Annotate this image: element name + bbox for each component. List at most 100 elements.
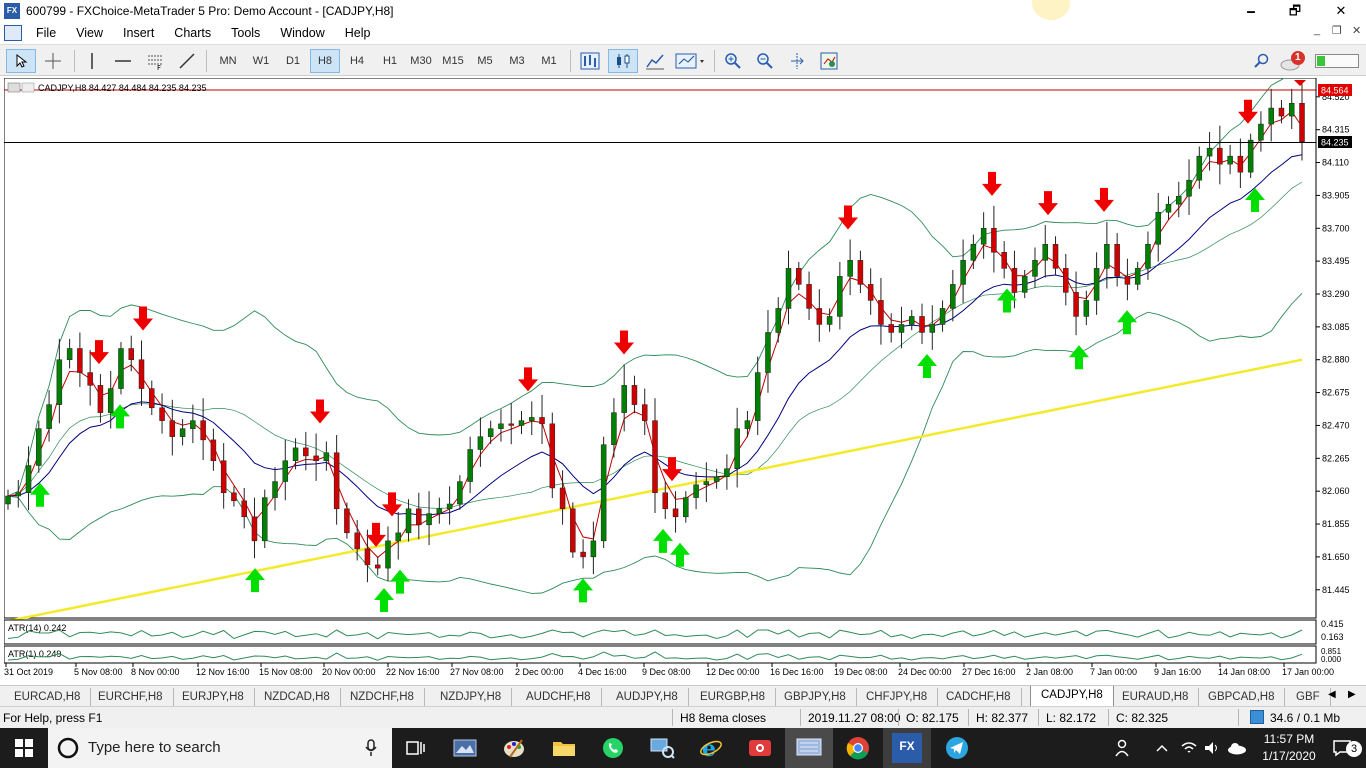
- timeframe-m30[interactable]: M30: [406, 49, 436, 73]
- tabs-scroll-left-icon[interactable]: ◀: [1328, 689, 1336, 700]
- symbol-tab-cadjpy-h8[interactable]: CADJPY,H8: [1030, 686, 1114, 707]
- status-high: H: 82.377: [976, 711, 1029, 725]
- atr14-tick-high: 0.415: [1321, 619, 1344, 629]
- photos-app-icon[interactable]: [441, 728, 489, 768]
- chart-symbol-label: CADJPY,H8 84.427 84.484 84.235 84.235: [38, 83, 206, 93]
- taskbar-clock[interactable]: 11:57 PM 1/17/2020: [1254, 731, 1324, 765]
- cortana-circle-icon: [57, 737, 79, 759]
- onedrive-icon[interactable]: [1224, 728, 1250, 768]
- fibonacci-tool-icon[interactable]: F: [142, 49, 168, 73]
- candlestick-chart-icon[interactable]: [608, 49, 638, 73]
- wifi-icon[interactable]: [1176, 728, 1202, 768]
- menu-charts[interactable]: Charts: [164, 26, 221, 40]
- notifications-icon[interactable]: 1: [1278, 49, 1308, 73]
- timeframe-d1[interactable]: D1: [278, 49, 308, 73]
- timeframe-mn[interactable]: MN: [213, 49, 243, 73]
- symbol-tab-eurchf-h8[interactable]: EURCHF,H8: [88, 688, 174, 706]
- symbol-tab-nzdjpy-h8[interactable]: NZDJPY,H8: [430, 688, 513, 706]
- symbol-tab-eurjpy-h8[interactable]: EURJPY,H8: [172, 688, 255, 706]
- symbol-tab-euraud-h8[interactable]: EURAUD,H8: [1112, 688, 1200, 706]
- tabs-scroll-right-icon[interactable]: ▶: [1348, 689, 1356, 700]
- fxchoice-mt5-icon[interactable]: FX: [883, 728, 931, 768]
- horizontal-line-tool-icon[interactable]: [110, 49, 136, 73]
- whatsapp-icon[interactable]: [589, 728, 637, 768]
- timeframe-w1[interactable]: W1: [246, 49, 276, 73]
- cursor-tool[interactable]: [6, 49, 36, 73]
- separator: [206, 50, 207, 72]
- menu-window[interactable]: Window: [270, 26, 334, 40]
- menu-tools[interactable]: Tools: [221, 26, 270, 40]
- bearish-candle: [867, 284, 874, 301]
- chart-area[interactable]: CADJPY,H8 84.427 84.484 84.235 84.235 84…: [3, 48, 1366, 685]
- task-view-icon[interactable]: [392, 728, 440, 768]
- symbol-tab-gbpcad-h8[interactable]: GBPCAD,H8: [1198, 688, 1286, 706]
- menu-file[interactable]: File: [26, 26, 66, 40]
- internet-explorer-icon[interactable]: e: [687, 728, 735, 768]
- timeframe-m5[interactable]: M5: [470, 49, 500, 73]
- bullish-candle: [703, 481, 710, 486]
- timeframe-h4[interactable]: H4: [342, 49, 372, 73]
- menu-help[interactable]: Help: [335, 26, 381, 40]
- zoom-in-icon[interactable]: [720, 49, 746, 73]
- symbol-tab-gbpjpy-h8[interactable]: GBPJPY,H8: [774, 688, 857, 706]
- symbol-tab-nzdchf-h8[interactable]: NZDCHF,H8: [340, 688, 425, 706]
- bar-chart-icon[interactable]: [576, 49, 604, 73]
- auto-scroll-icon[interactable]: [816, 49, 842, 73]
- people-icon[interactable]: [1106, 728, 1142, 768]
- volume-icon[interactable]: [1200, 728, 1224, 768]
- timeframe-h1[interactable]: H1: [375, 49, 405, 73]
- restore-button[interactable]: 🗗: [1272, 0, 1318, 22]
- bearish-candle: [796, 268, 802, 285]
- symbol-tab-eurcad-h8[interactable]: EURCAD,H8: [4, 688, 92, 706]
- file-explorer-icon[interactable]: [540, 728, 588, 768]
- price-chart[interactable]: CADJPY,H8 84.427 84.484 84.235 84.235 84…: [3, 48, 1366, 685]
- mdi-minimize-button[interactable]: _: [1314, 24, 1320, 36]
- crosshair-tool-icon[interactable]: [38, 49, 68, 73]
- timeframe-h8[interactable]: H8: [310, 49, 340, 73]
- trendline-tool-icon[interactable]: [174, 49, 200, 73]
- show-hidden-icons-icon[interactable]: [1148, 728, 1176, 768]
- connection-icon[interactable]: [1250, 710, 1264, 724]
- timeframe-m1[interactable]: M1: [534, 49, 564, 73]
- close-button[interactable]: ✕: [1318, 0, 1364, 22]
- windows-start-icon[interactable]: [0, 728, 48, 768]
- separator: [968, 709, 969, 726]
- timeframe-m15[interactable]: M15: [438, 49, 468, 73]
- action-center-icon[interactable]: 3: [1322, 728, 1362, 768]
- menu-insert[interactable]: Insert: [113, 26, 164, 40]
- minimize-button[interactable]: 🗕: [1228, 0, 1274, 22]
- mdi-restore-button[interactable]: ❐: [1332, 24, 1342, 37]
- line-chart-icon[interactable]: [641, 49, 669, 73]
- symbol-tab-eurgbp-h8[interactable]: EURGBP,H8: [690, 688, 776, 706]
- price-tick-label: 81.445: [1322, 585, 1350, 595]
- zoom-out-icon[interactable]: [752, 49, 778, 73]
- screen-recorder-icon[interactable]: [736, 728, 784, 768]
- chart-shift-icon[interactable]: [784, 49, 810, 73]
- symbol-tab-audchf-h8[interactable]: AUDCHF,H8: [516, 688, 602, 706]
- window-title: 600799 - FXChoice-MetaTrader 5 Pro: Demo…: [26, 4, 394, 18]
- symbol-tab-nzdcad-h8[interactable]: NZDCAD,H8: [254, 688, 341, 706]
- symbol-tab-chfjpy-h8[interactable]: CHFJPY,H8: [856, 688, 939, 706]
- taskbar-search-box[interactable]: Type here to search: [48, 728, 392, 768]
- mdi-close-button[interactable]: ✕: [1352, 24, 1361, 37]
- bullish-candle: [1268, 107, 1274, 125]
- chart-tabs-bar: EURCAD,H8 EURCHF,H8 EURJPY,H8 NZDCAD,H8 NZDC…: [0, 685, 1366, 707]
- template-dropdown-icon[interactable]: [672, 49, 710, 73]
- bullish-candle: [1165, 203, 1172, 213]
- bearish-candle: [220, 460, 227, 494]
- network-app-icon[interactable]: [638, 728, 686, 768]
- bullish-candle: [600, 444, 607, 542]
- paint-app-icon[interactable]: [490, 728, 538, 768]
- telegram-icon[interactable]: [933, 728, 981, 768]
- search-icon[interactable]: [1250, 49, 1274, 73]
- symbol-tab-cadchf-h8[interactable]: CADCHF,H8: [936, 688, 1022, 706]
- symbol-tab-gbf[interactable]: GBF: [1286, 688, 1331, 706]
- bearish-candle: [878, 300, 884, 325]
- timeframe-m3[interactable]: M3: [502, 49, 532, 73]
- chart-window-icon[interactable]: [4, 24, 22, 41]
- chrome-icon[interactable]: [834, 728, 882, 768]
- symbol-tab-audjpy-h8[interactable]: AUDJPY,H8: [606, 688, 689, 706]
- remote-desktop-icon[interactable]: [785, 728, 833, 768]
- vertical-line-tool-icon[interactable]: [80, 49, 104, 73]
- menu-view[interactable]: View: [66, 26, 113, 40]
